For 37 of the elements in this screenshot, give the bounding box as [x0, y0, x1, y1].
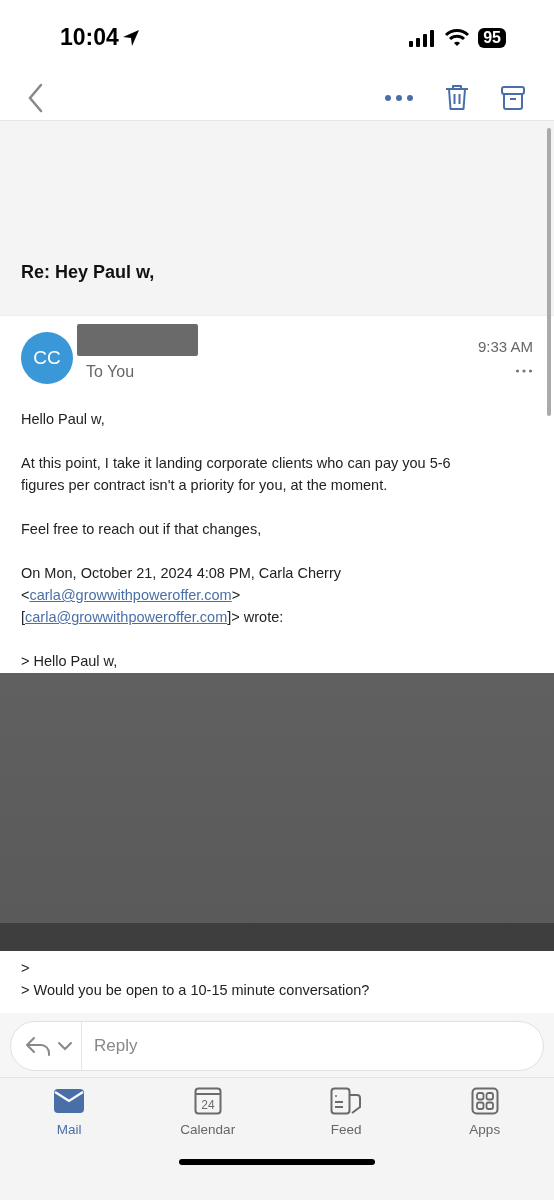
status-time: 10:04: [60, 24, 119, 51]
body-text: >: [21, 959, 31, 978]
sender-avatar: CC: [21, 332, 73, 384]
chevron-down-icon[interactable]: [57, 1041, 73, 1051]
document-icon: [330, 1087, 363, 1115]
more-icon[interactable]: [515, 368, 533, 374]
body-text: Hello Paul w,: [21, 410, 106, 429]
tab-item[interactable]: Apps: [415, 1086, 554, 1137]
body-text: ]> wrote:: [227, 609, 284, 625]
body-text: Feel free to reach out if that changes,: [21, 520, 263, 539]
email-subject: Re: Hey Paul w,: [21, 262, 155, 283]
body-text: figures per contract isn't a priority for you, at the moment.: [21, 476, 389, 495]
signal-icon: [408, 28, 437, 47]
tab-item[interactable]: 24 Calendar: [138, 1086, 277, 1137]
trash-icon[interactable]: [444, 83, 470, 112]
recipient-label: To You: [86, 363, 136, 381]
reply-bar[interactable]: Reply: [10, 1021, 544, 1071]
email-link[interactable]: carla@growwithpoweroffer.com: [29, 587, 232, 603]
envelope-icon: [53, 1088, 86, 1114]
calendar-icon: 24: [193, 1087, 222, 1115]
body-text: On Mon, October 21, 2024 4:08 PM, Carla Cherry: [21, 564, 342, 583]
tab-item[interactable]: Mail: [0, 1086, 139, 1137]
tab-item[interactable]: Feed: [277, 1086, 416, 1137]
email-link[interactable]: carla@growwithpoweroffer.com: [25, 609, 228, 625]
message-time: 9:33 AM: [477, 338, 533, 355]
more-icon[interactable]: [384, 92, 414, 103]
body-text: > Would you be open to a 10-15 minute conversation?: [21, 981, 371, 1000]
body-text: <: [21, 587, 30, 603]
wifi-icon: [444, 27, 471, 48]
body-text: At this point, I take it landing corporate clients who can pay you 5-6: [21, 454, 452, 473]
battery-level: 95: [478, 27, 506, 48]
body-text: [: [21, 609, 26, 625]
body-text: > Hello Paul w,: [21, 652, 119, 671]
body-text: >: [231, 587, 241, 603]
apps-grid-icon: [470, 1087, 499, 1115]
archive-icon[interactable]: [500, 84, 526, 111]
reply-arrow-icon[interactable]: [25, 1035, 51, 1057]
